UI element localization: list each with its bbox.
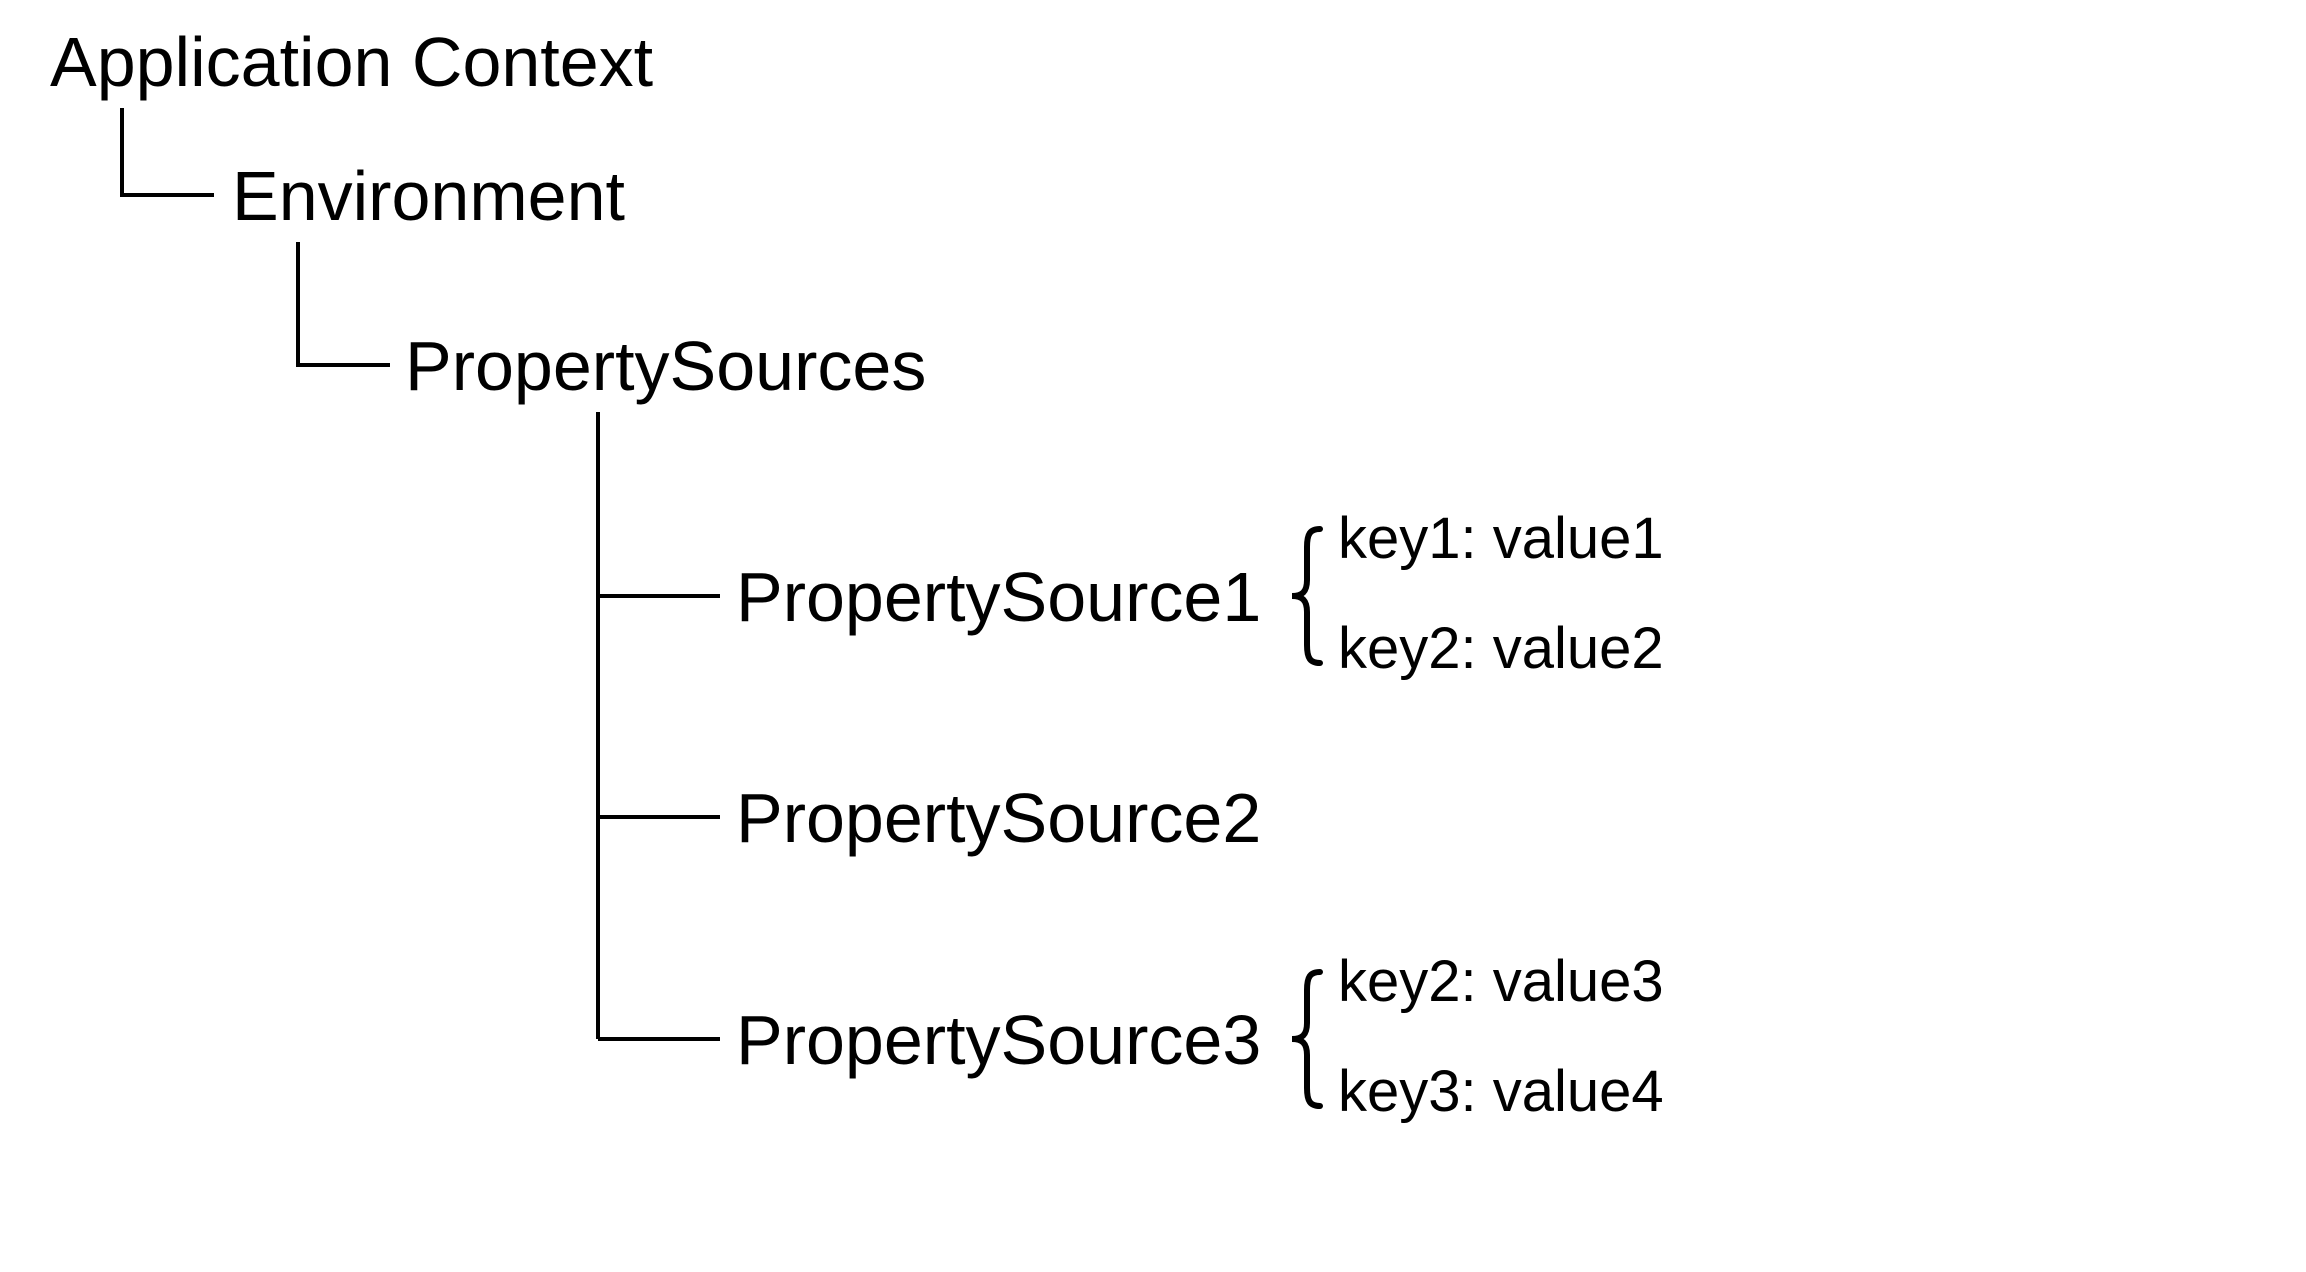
connector-root-to-environment: [122, 108, 214, 195]
node-propertysource1: PropertySource1: [736, 558, 1261, 636]
node-propertysources: PropertySources: [405, 327, 926, 405]
diagram-canvas: Application Context Environment Property…: [20, 20, 2306, 1252]
node-application-context: Application Context: [50, 23, 653, 101]
node-propertysource2: PropertySource2: [736, 779, 1261, 857]
propertysource3-entry-1: key3: value4: [1338, 1059, 1664, 1124]
brace-propertysource3: [1292, 972, 1320, 1106]
node-propertysource3: PropertySource3: [736, 1001, 1261, 1079]
propertysource1-entry-0: key1: value1: [1338, 506, 1664, 571]
brace-propertysource1: [1292, 529, 1320, 663]
connector-environment-to-propertysources: [298, 242, 390, 365]
propertysource1-entry-1: key2: value2: [1338, 616, 1664, 681]
node-environment: Environment: [232, 157, 625, 235]
propertysource3-entry-0: key2: value3: [1338, 949, 1664, 1014]
